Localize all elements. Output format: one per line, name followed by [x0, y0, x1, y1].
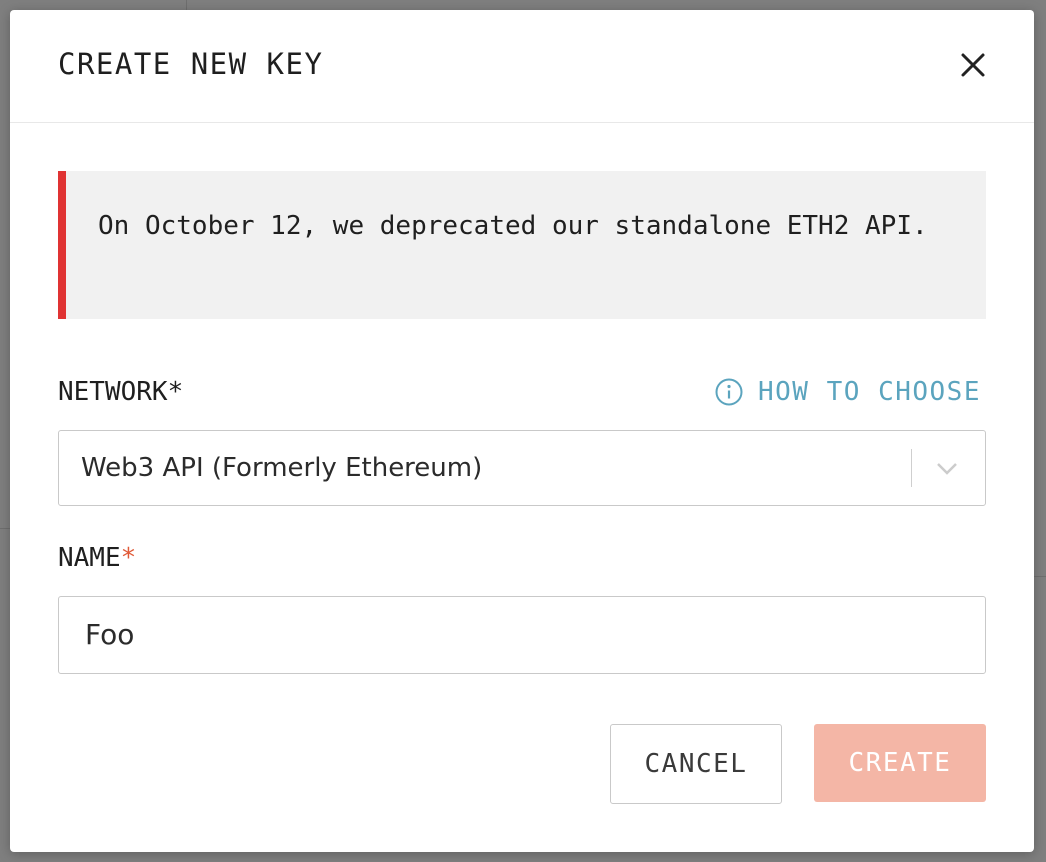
background-divider [0, 528, 10, 529]
deprecation-notice: On October 12, we deprecated our standal… [58, 171, 986, 319]
name-input[interactable]: Foo [58, 596, 986, 674]
network-required-mark: * [167, 377, 184, 407]
dialog-header: CREATE NEW KEY [10, 10, 1034, 123]
notice-text: On October 12, we deprecated our standal… [98, 211, 928, 241]
chevron-down-icon[interactable] [935, 457, 959, 479]
network-select[interactable]: Web3 API (Formerly Ethereum) [58, 430, 986, 506]
network-label-text: NETWORK [58, 377, 168, 407]
name-label: NAME* [58, 542, 136, 574]
select-divider [911, 449, 912, 487]
notice-alert-bar [58, 171, 66, 319]
network-label: NETWORK* [58, 376, 183, 408]
info-icon [715, 378, 743, 406]
background-divider [186, 0, 187, 10]
close-button[interactable] [956, 48, 990, 82]
name-input-value: Foo [85, 618, 135, 651]
cancel-button[interactable]: CANCEL [610, 724, 782, 804]
dialog-title: CREATE NEW KEY [58, 47, 324, 81]
how-to-choose-link[interactable]: HOW TO CHOOSE [714, 376, 981, 408]
create-button[interactable]: CREATE [814, 724, 986, 802]
how-to-choose-text: HOW TO CHOOSE [758, 377, 981, 407]
create-key-dialog: CREATE NEW KEY On October 12, we depreca… [10, 10, 1034, 852]
close-icon [961, 53, 985, 77]
name-required-mark: * [120, 543, 137, 573]
name-label-text: NAME [58, 543, 121, 573]
network-select-value: Web3 API (Formerly Ethereum) [81, 453, 483, 483]
background-divider [1034, 576, 1046, 577]
